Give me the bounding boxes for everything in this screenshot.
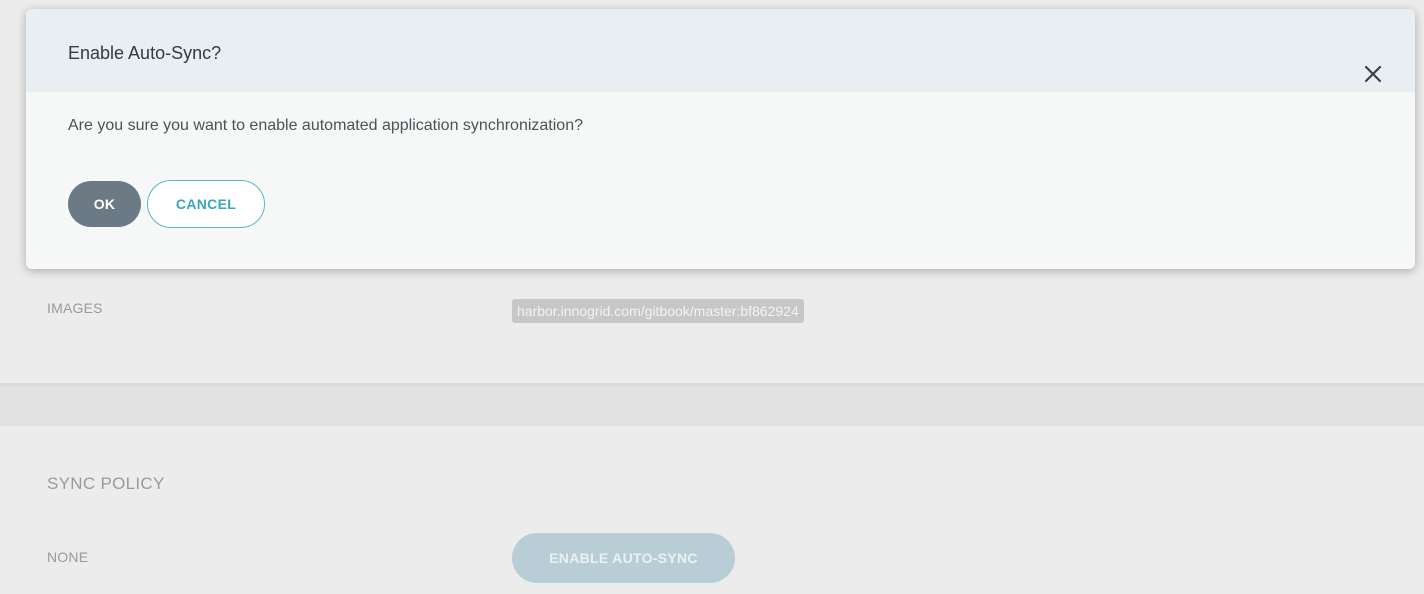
images-label: IMAGES bbox=[47, 300, 103, 316]
close-button[interactable] bbox=[1360, 61, 1386, 87]
image-tag: harbor.innogrid.com/gitbook/master:bf862… bbox=[512, 299, 804, 323]
ok-button[interactable]: OK bbox=[68, 181, 141, 227]
close-icon bbox=[1360, 61, 1386, 87]
sync-policy-title: SYNC POLICY bbox=[47, 474, 165, 493]
enable-auto-sync-dialog: Enable Auto-Sync? Are you sure you want … bbox=[26, 9, 1415, 269]
cancel-button[interactable]: CANCEL bbox=[147, 180, 265, 228]
sync-policy-value: NONE bbox=[47, 549, 89, 565]
enable-auto-sync-button[interactable]: ENABLE AUTO-SYNC bbox=[512, 533, 735, 583]
panel-gap bbox=[0, 386, 1424, 426]
dialog-title: Enable Auto-Sync? bbox=[68, 43, 222, 63]
dialog-message: Are you sure you want to enable automate… bbox=[68, 117, 583, 134]
dialog-header: Enable Auto-Sync? bbox=[26, 9, 1415, 92]
